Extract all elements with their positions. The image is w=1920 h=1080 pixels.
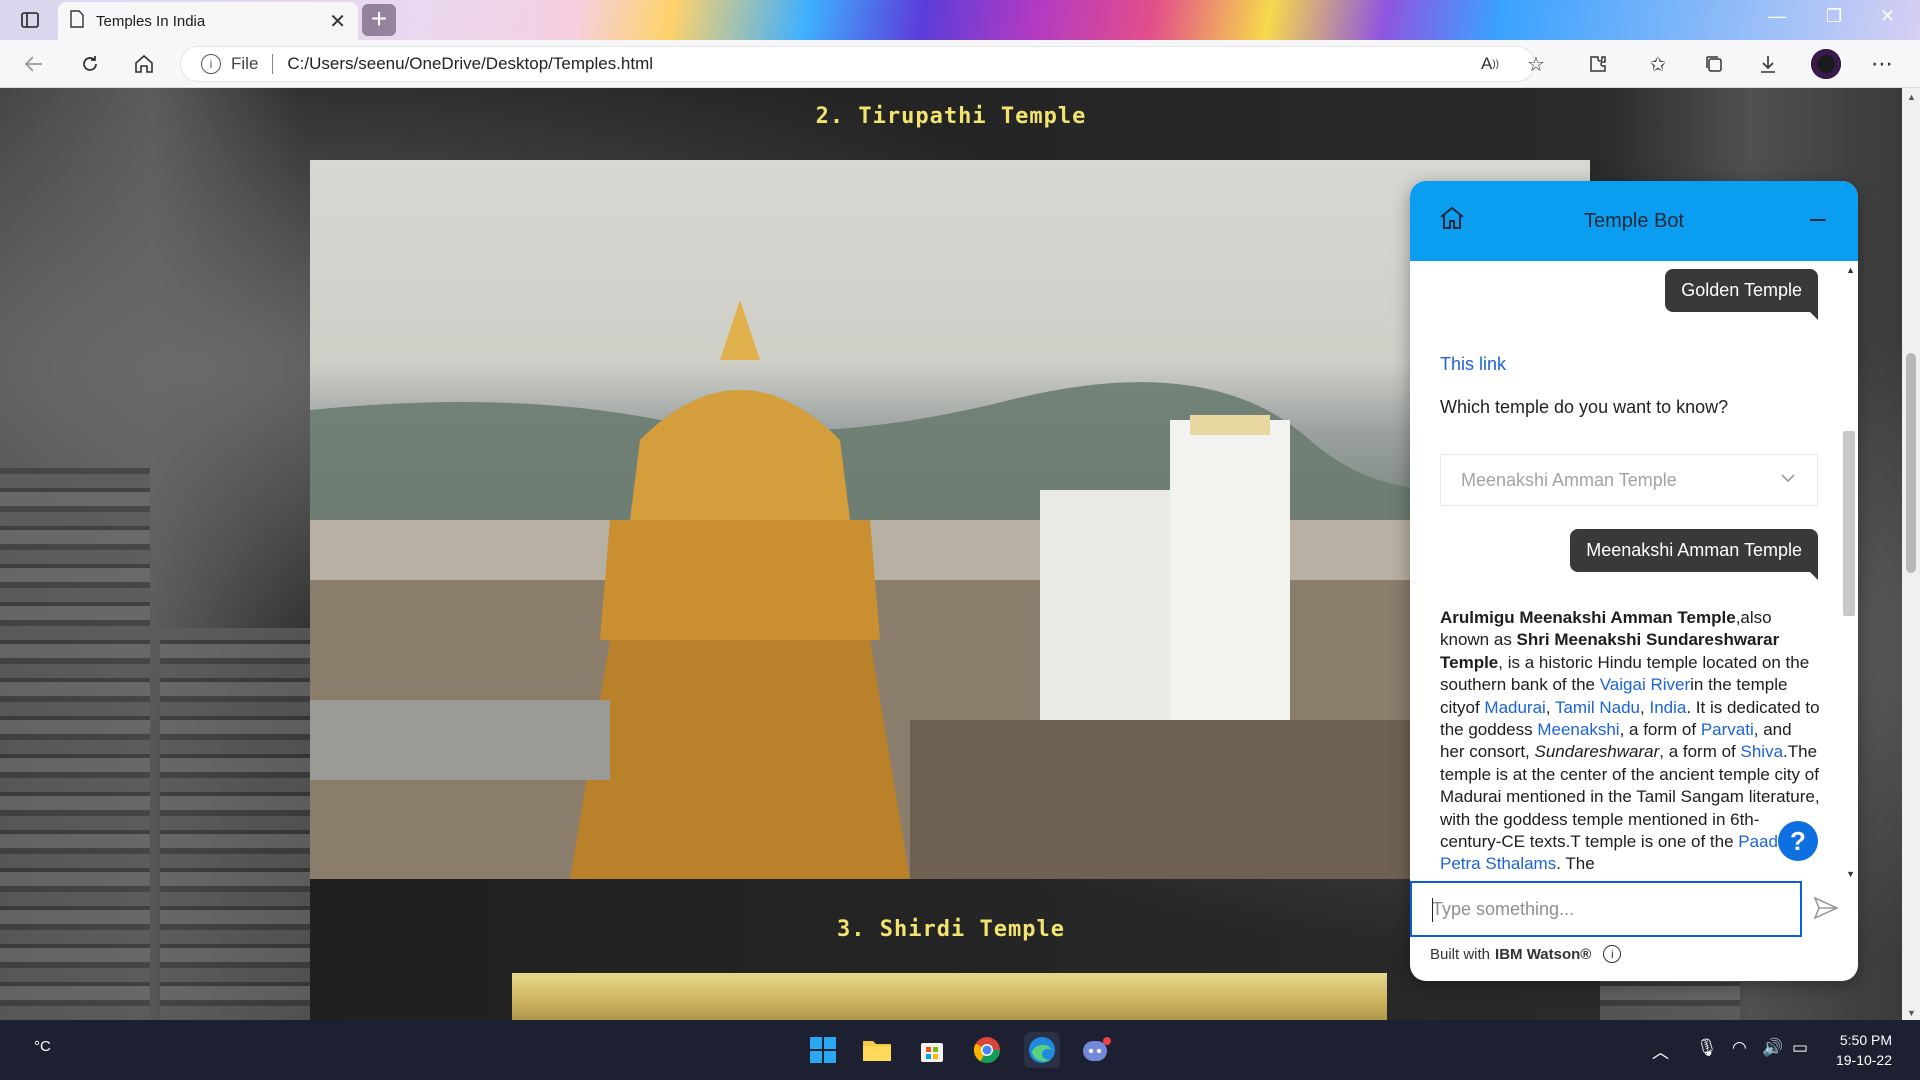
help-button[interactable]: ? xyxy=(1778,821,1818,861)
answer-text: , a form of xyxy=(1619,720,1701,740)
profile-avatar[interactable] xyxy=(1810,48,1842,80)
link-tamil-nadu[interactable]: Tamil Nadu xyxy=(1555,698,1640,717)
page-icon xyxy=(70,9,84,33)
chat-scrollbar[interactable]: ▲ ▼ xyxy=(1842,261,1858,881)
taskbar: °C ︿ 🎙 ◠ 🔊 ▭ 5:50 PM 19-10-22 xyxy=(0,1020,1920,1080)
restore-window-icon[interactable]: ❐ xyxy=(1826,6,1842,27)
read-aloud-icon[interactable]: A)) xyxy=(1474,48,1506,80)
user-message: Meenakshi Amman Temple xyxy=(1570,529,1818,580)
bot-answer: Arulmigu Meenakshi Amman Temple,also kno… xyxy=(1440,607,1820,876)
temple-bot-chat-widget: Temple Bot Golden Temple This link Which… xyxy=(1410,181,1858,981)
chat-title: Temple Bot xyxy=(1583,210,1685,232)
address-bar[interactable]: i File C:/Users/seenu/OneDrive/Desktop/T… xyxy=(180,46,1535,82)
dropdown-value: Meenakshi Amman Temple xyxy=(1461,469,1677,490)
clock-date: 19-10-22 xyxy=(1835,1052,1892,1068)
answer-bold: Arulmigu Meenakshi Amman Temple xyxy=(1440,608,1736,627)
answer-italic: Sundareshwarar xyxy=(1534,742,1660,762)
chat-minimize-icon[interactable] xyxy=(1810,219,1826,221)
chrome-icon[interactable] xyxy=(969,1032,1005,1068)
volume-icon[interactable]: 🔊 xyxy=(1762,1038,1783,1058)
info-icon[interactable]: i xyxy=(1603,945,1622,963)
link-shiva[interactable]: Shiva xyxy=(1741,742,1784,761)
start-icon[interactable] xyxy=(805,1032,841,1068)
close-window-icon[interactable]: ✕ xyxy=(1880,6,1895,27)
chat-footer: Built with IBM Watson® i xyxy=(1430,945,1622,963)
bot-link[interactable]: This link xyxy=(1440,354,1506,375)
scroll-down-icon[interactable]: ▼ xyxy=(1846,869,1855,879)
input-placeholder: Type something... xyxy=(1432,898,1575,919)
send-icon[interactable] xyxy=(1813,896,1839,925)
chat-header: Temple Bot xyxy=(1410,181,1858,261)
chevron-down-icon xyxy=(1781,467,1795,488)
browser-toolbar: i File C:/Users/seenu/OneDrive/Desktop/T… xyxy=(0,40,1920,88)
battery-icon[interactable]: ▭ xyxy=(1792,1038,1808,1058)
url-text[interactable]: C:/Users/seenu/OneDrive/Desktop/Temples.… xyxy=(287,54,653,74)
site-info-icon[interactable]: i xyxy=(201,54,221,74)
link-vaigai-river[interactable]: Vaigai River xyxy=(1600,675,1690,694)
minimize-window-icon[interactable]: — xyxy=(1768,6,1786,27)
address-scheme-label: File xyxy=(231,54,259,73)
refresh-icon[interactable] xyxy=(74,48,106,80)
back-icon[interactable] xyxy=(18,48,50,80)
answer-text: . The xyxy=(1556,854,1595,874)
user-message: Golden Temple xyxy=(1665,269,1818,320)
chat-scroll-thumb[interactable] xyxy=(1843,431,1855,616)
temple-select-dropdown[interactable]: Meenakshi Amman Temple xyxy=(1440,454,1818,506)
close-tab-icon[interactable]: ✕ xyxy=(329,9,346,34)
page-scroll-down-icon[interactable]: ▼ xyxy=(1907,1008,1916,1018)
chat-messages: Golden Temple This link Which temple do … xyxy=(1410,261,1858,881)
footer-brand: IBM Watson® xyxy=(1495,945,1592,963)
file-explorer-icon[interactable] xyxy=(859,1032,895,1068)
extensions-icon[interactable] xyxy=(1582,48,1614,80)
answer-text: , a form of xyxy=(1659,742,1741,762)
weather-widget[interactable]: °C xyxy=(34,1038,51,1055)
tirupathi-temple-image xyxy=(310,160,1590,879)
microphone-icon[interactable]: 🎙 xyxy=(1696,1038,1718,1058)
add-favorite-icon[interactable]: ☆ xyxy=(1520,48,1552,80)
shirdi-temple-image xyxy=(512,973,1387,1020)
system-clock[interactable]: 5:50 PM 19-10-22 xyxy=(1836,1030,1892,1070)
tab-temples[interactable]: Temples In India ✕ xyxy=(58,2,358,40)
page-scrollbar[interactable]: ▲ ▼ xyxy=(1902,88,1920,1020)
page-scroll-thumb[interactable] xyxy=(1906,353,1916,573)
show-hidden-icons[interactable]: ︿ xyxy=(1652,1038,1669,1063)
address-separator xyxy=(272,54,274,74)
new-tab-button[interactable]: + xyxy=(362,4,396,36)
bot-message: Which temple do you want to know? xyxy=(1440,397,1729,417)
clock-time: 5:50 PM xyxy=(1839,1032,1892,1048)
home-icon[interactable] xyxy=(128,48,160,80)
chat-message-input[interactable]: Type something... xyxy=(1410,881,1802,937)
link-madurai[interactable]: Madurai xyxy=(1484,698,1545,717)
answer-text: , xyxy=(1545,697,1555,717)
store-icon[interactable] xyxy=(914,1032,950,1068)
wifi-icon[interactable]: ◠ xyxy=(1732,1038,1747,1058)
scroll-up-icon[interactable]: ▲ xyxy=(1846,265,1855,275)
sidebar-toggle-icon[interactable] xyxy=(14,4,46,36)
tab-title: Temples In India xyxy=(96,12,206,30)
background-pillar-left-2 xyxy=(160,628,310,1020)
page-scroll-up-icon[interactable]: ▲ xyxy=(1907,92,1916,102)
link-parvati[interactable]: Parvati xyxy=(1701,720,1754,739)
more-options-icon[interactable]: ⋯ xyxy=(1866,48,1898,80)
tab-bar: Temples In India ✕ + — ❐ ✕ xyxy=(0,0,1920,40)
link-india[interactable]: India xyxy=(1649,698,1686,717)
downloads-icon[interactable] xyxy=(1752,48,1784,80)
edge-icon[interactable] xyxy=(1024,1032,1060,1068)
link-meenakshi[interactable]: Meenakshi xyxy=(1537,720,1619,739)
collections-icon[interactable] xyxy=(1698,48,1730,80)
footer-prefix: Built with xyxy=(1430,945,1491,963)
section-title-tirupathi: 2. Tirupathi Temple xyxy=(815,104,1087,129)
discord-icon[interactable] xyxy=(1078,1032,1114,1068)
favorites-icon[interactable]: ✩ xyxy=(1642,48,1674,80)
